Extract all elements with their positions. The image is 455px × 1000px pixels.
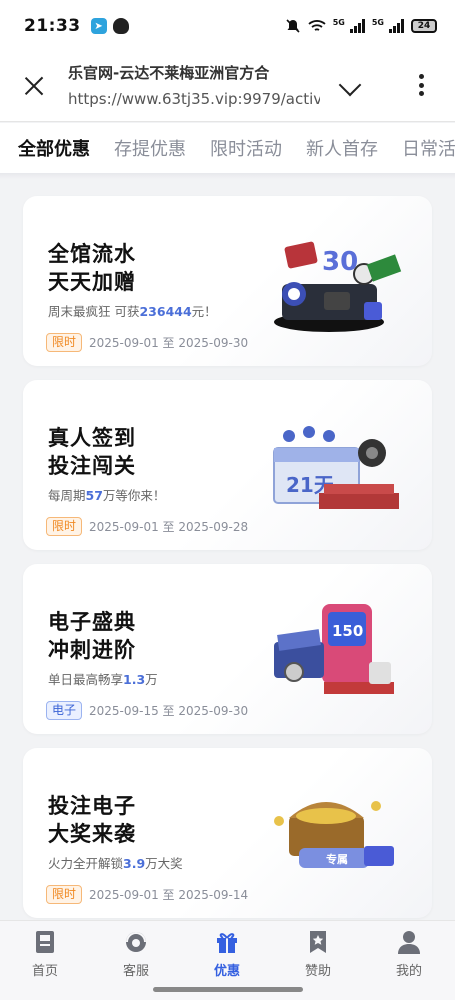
promo-badge: 电子 bbox=[46, 701, 83, 720]
close-icon[interactable] bbox=[20, 72, 48, 100]
nav-label: 客服 bbox=[122, 964, 149, 979]
promo-dates: 2025-09-01 至 2025-09-30 bbox=[89, 336, 249, 350]
telegram-icon: ➤ bbox=[90, 18, 107, 34]
browser-header: 乐官网-云达不莱梅亚洲官方合 https://www.63tj35.vip:99… bbox=[0, 52, 455, 122]
signal-icon-2 bbox=[389, 19, 404, 33]
page-title: 乐官网-云达不莱梅亚洲官方合 bbox=[68, 64, 270, 82]
battery-icon: 24 bbox=[411, 19, 437, 33]
promo-badge: 限时 bbox=[46, 333, 83, 352]
category-tabs: 全部优惠 存提优惠 限时活动 新人首存 日常活 bbox=[0, 123, 455, 173]
promo-card[interactable]: 电子盛典 冲刺进阶 单日最高畅享1.3万 电子 2025-09-15 至 202… bbox=[23, 564, 432, 734]
promo-title-line2: 投注闯关 bbox=[48, 454, 136, 478]
nav-label: 赞助 bbox=[304, 964, 331, 979]
slot-machine-image: 150 bbox=[274, 604, 394, 694]
gift-icon bbox=[214, 929, 240, 955]
url-text[interactable]: https://www.63tj35.vip:9979/activi bbox=[68, 90, 320, 108]
promo-subtitle: 周末最疯狂 可获236444元！ bbox=[48, 304, 217, 319]
tabs-divider bbox=[0, 173, 455, 179]
notification-icons: ➤ bbox=[90, 18, 129, 34]
casino-chips-image: 30 bbox=[274, 241, 402, 332]
nav-label: 优惠 bbox=[213, 964, 240, 979]
status-bar: 21:33 ➤ 5G 5G 24 bbox=[0, 0, 455, 52]
promo-dates: 2025-09-15 至 2025-09-30 bbox=[89, 704, 249, 718]
promo-title-line1: 全馆流水 bbox=[48, 242, 136, 266]
user-icon bbox=[396, 929, 422, 955]
calendar-chips-image: 21天 bbox=[273, 426, 399, 509]
tab-deposit-withdraw[interactable]: 存提优惠 bbox=[114, 135, 186, 161]
tab-new-user-deposit[interactable]: 新人首存 bbox=[306, 135, 378, 161]
nav-profile[interactable]: 我的 bbox=[379, 929, 439, 979]
promo-card[interactable]: 投注电子 大奖来袭 火力全开解锁3.9万大奖 限时 2025-09-01 至 2… bbox=[23, 748, 432, 918]
promo-subtitle: 每周期57万等你来！ bbox=[48, 488, 166, 503]
promo-title-line1: 投注电子 bbox=[48, 794, 136, 818]
promo-dates: 2025-09-01 至 2025-09-28 bbox=[89, 520, 249, 534]
nav-sponsor[interactable]: 赞助 bbox=[288, 929, 348, 979]
promo-badge: 限时 bbox=[46, 885, 83, 904]
headset-icon bbox=[123, 929, 149, 955]
svg-text:专属: 专属 bbox=[326, 852, 348, 866]
promo-title-line1: 电子盛典 bbox=[48, 610, 136, 634]
promo-subtitle: 火力全开解锁3.9万大奖 bbox=[48, 856, 183, 871]
tab-limited-time[interactable]: 限时活动 bbox=[210, 135, 282, 161]
network-label-2: 5G bbox=[371, 18, 384, 27]
svg-text:150: 150 bbox=[332, 622, 363, 640]
promo-card[interactable]: 全馆流水 天天加赠 周末最疯狂 可获236444元！ 限时 2025-09-01… bbox=[23, 196, 432, 366]
nav-support[interactable]: 客服 bbox=[106, 929, 166, 979]
tab-all-promos[interactable]: 全部优惠 bbox=[18, 135, 90, 161]
promo-title-line2: 天天加赠 bbox=[48, 270, 136, 294]
signal-icon-1 bbox=[349, 19, 365, 33]
wifi-icon bbox=[308, 20, 326, 31]
home-doc-icon bbox=[32, 929, 58, 955]
nav-home[interactable]: 首页 bbox=[15, 929, 75, 979]
svg-text:30: 30 bbox=[322, 247, 358, 277]
promo-subtitle: 单日最高畅享1.3万 bbox=[48, 672, 158, 687]
nav-label: 我的 bbox=[395, 964, 422, 979]
promo-badge: 限时 bbox=[46, 517, 83, 536]
clock: 21:33 bbox=[24, 16, 81, 36]
promo-title-line2: 大奖来袭 bbox=[48, 822, 136, 846]
system-indicators: 5G 5G 24 bbox=[285, 18, 437, 34]
promo-title-line2: 冲刺进阶 bbox=[48, 638, 136, 662]
qq-icon bbox=[112, 18, 129, 34]
treasure-chest-image: 专属 bbox=[274, 801, 394, 868]
chevron-down-icon[interactable] bbox=[338, 73, 362, 97]
nav-label: 首页 bbox=[31, 964, 58, 979]
promo-title-line1: 真人签到 bbox=[48, 426, 136, 450]
network-label-1: 5G bbox=[332, 18, 345, 27]
promo-dates: 2025-09-01 至 2025-09-14 bbox=[89, 888, 249, 902]
tab-daily[interactable]: 日常活 bbox=[402, 135, 455, 161]
nav-promos[interactable]: 优惠 bbox=[197, 929, 257, 979]
mute-icon bbox=[286, 19, 300, 33]
star-bookmark-icon bbox=[305, 929, 331, 955]
promo-card[interactable]: 真人签到 投注闯关 每周期57万等你来！ 限时 2025-09-01 至 202… bbox=[23, 380, 432, 550]
gesture-bar[interactable] bbox=[153, 987, 303, 992]
more-menu-icon[interactable] bbox=[410, 74, 432, 100]
